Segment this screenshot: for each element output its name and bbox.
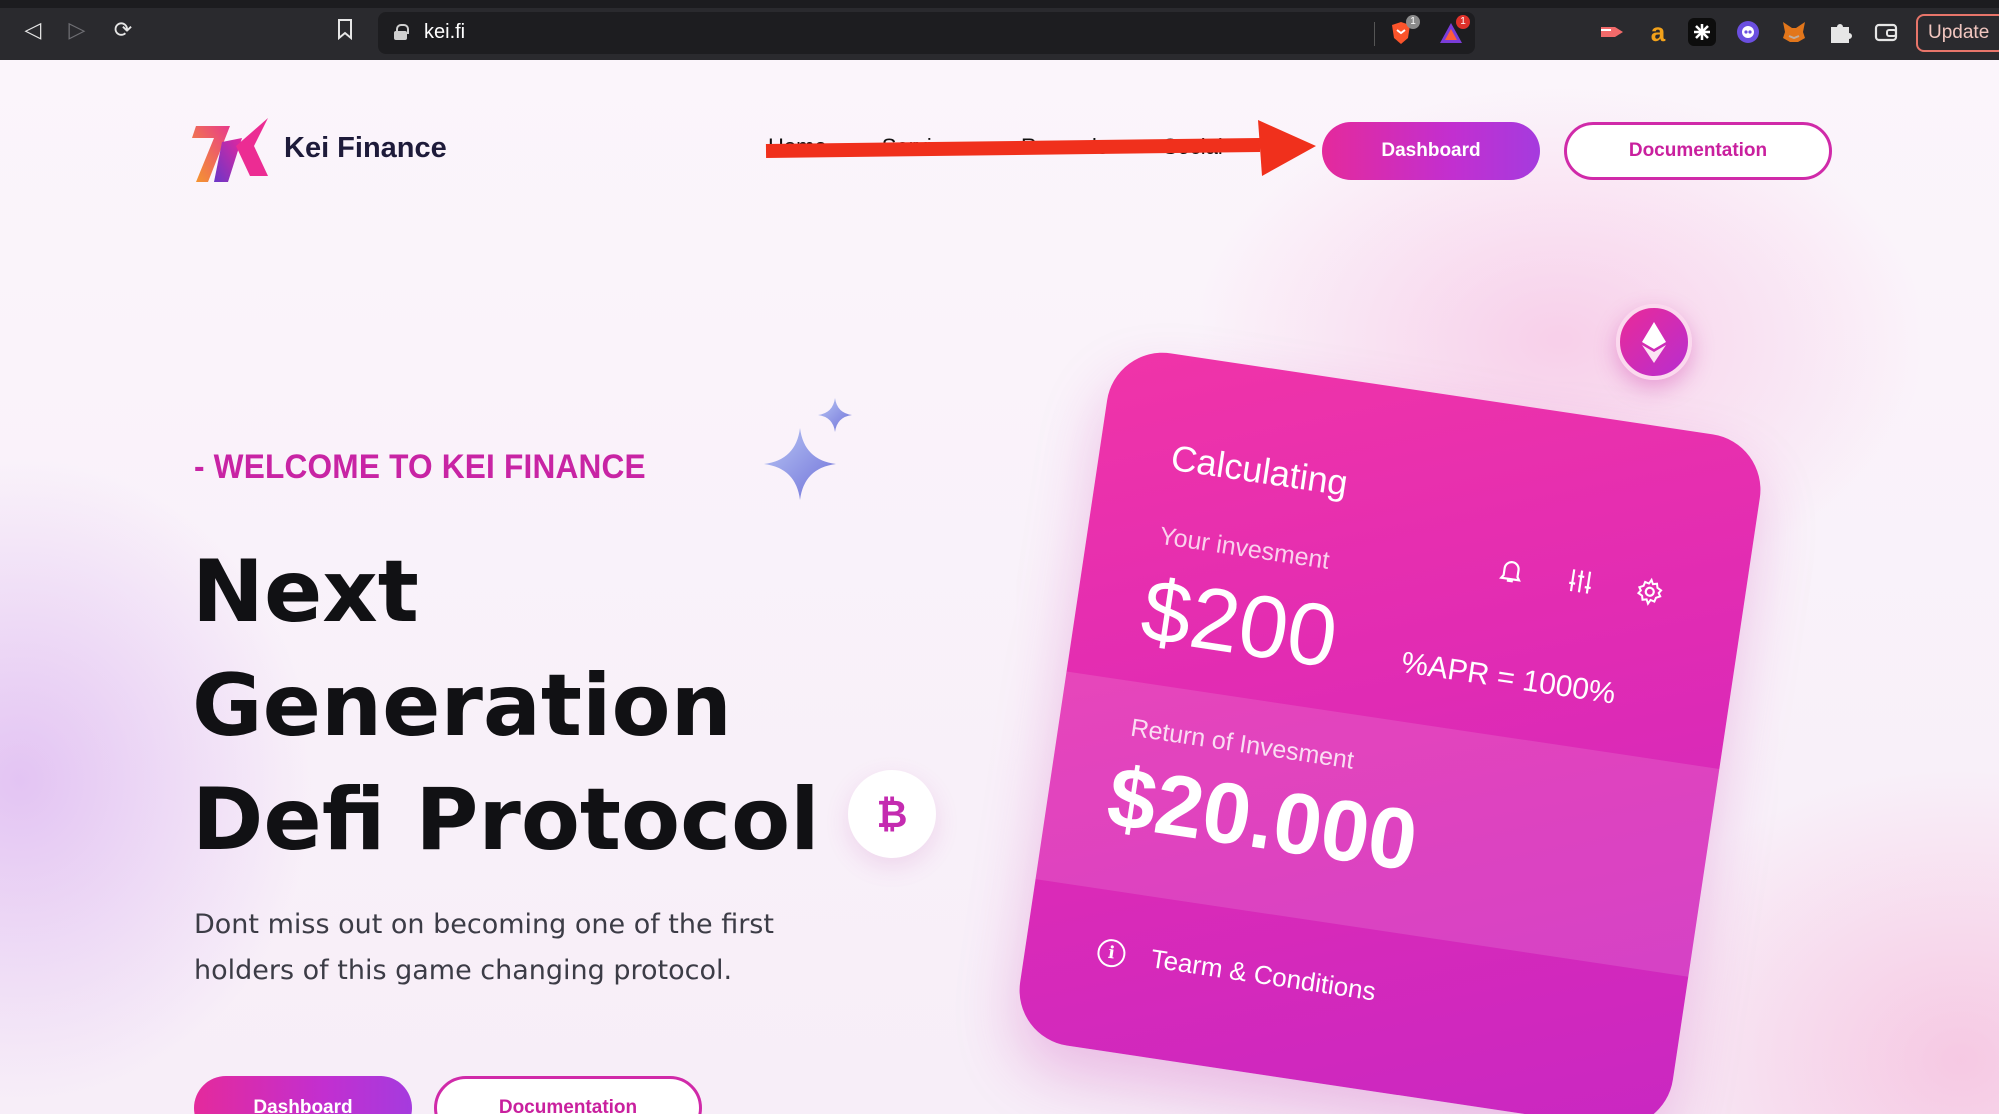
calculator-card: Calculating Your invesment $200 %APR = 1…: [1011, 345, 1769, 1114]
sliders-icon[interactable]: [1563, 564, 1597, 598]
divider: [1374, 22, 1375, 46]
sparkle-icon: [764, 398, 852, 500]
lock-icon: [394, 24, 409, 40]
brave-rewards-icon[interactable]: 1: [1438, 15, 1470, 46]
investment-amount[interactable]: $200: [1135, 559, 1344, 689]
header-dashboard-button[interactable]: Dashboard: [1322, 122, 1540, 180]
back-icon[interactable]: ◁: [20, 18, 46, 44]
chat-extension-icon[interactable]: [1734, 18, 1762, 46]
hero-headline: Next Generation Defi Protocol: [192, 535, 820, 877]
shield-badge: 1: [1406, 15, 1420, 29]
bitcoin-coin-icon: ₿: [848, 770, 936, 858]
brave-shield-icon[interactable]: 1: [1388, 15, 1420, 46]
apr-value: %APR = 1000%: [1399, 646, 1618, 711]
amazon-extension-icon[interactable]: a: [1644, 18, 1672, 46]
kei-logo-icon[interactable]: [192, 116, 272, 186]
card-title: Calculating: [1168, 436, 1351, 504]
info-icon[interactable]: i: [1095, 937, 1128, 970]
brand-name[interactable]: Kei Finance: [284, 132, 447, 165]
headline-line-1: Next: [192, 542, 419, 642]
address-bar[interactable]: kei.fi 1 1: [378, 12, 1475, 54]
hero-dashboard-button[interactable]: Dashboard: [194, 1076, 412, 1114]
header-documentation-button[interactable]: Documentation: [1564, 122, 1832, 180]
asterisk-extension-icon[interactable]: [1688, 18, 1716, 46]
video-extension-icon[interactable]: [1598, 18, 1626, 46]
url-text[interactable]: kei.fi: [424, 21, 465, 44]
headline-line-3: Defi Protocol: [192, 770, 820, 870]
wallet-icon[interactable]: [1872, 18, 1900, 46]
update-button[interactable]: Update: [1916, 14, 1999, 52]
tab-strip[interactable]: [0, 0, 1999, 8]
hero-documentation-button[interactable]: Documentation: [434, 1076, 702, 1114]
metamask-fox-icon[interactable]: [1780, 18, 1808, 46]
browser-toolbar: ◁ ▷ ⟳ kei.fi 1 1 a Update: [0, 0, 1999, 60]
web-page: Kei Finance Home Services Rewards Social…: [0, 60, 1999, 1114]
hero-subtitle: Dont miss out on becoming one of the fir…: [194, 909, 774, 986]
headline-line-2: Generation: [192, 656, 732, 756]
terms-link[interactable]: Tearm & Conditions: [1149, 943, 1378, 1007]
ethereum-coin-icon: [1616, 304, 1692, 380]
rewards-badge: 1: [1456, 15, 1470, 29]
card-icon-row: [1494, 554, 1667, 609]
annotation-arrow-icon: [765, 120, 1316, 176]
bell-icon[interactable]: [1494, 554, 1528, 588]
extensions-puzzle-icon[interactable]: [1826, 18, 1854, 46]
bookmark-icon[interactable]: [332, 18, 358, 44]
forward-icon[interactable]: ▷: [64, 18, 90, 44]
welcome-tagline: - WELCOME TO KEI FINANCE: [194, 448, 646, 486]
reload-icon[interactable]: ⟳: [110, 18, 136, 44]
gear-icon[interactable]: [1633, 575, 1667, 609]
